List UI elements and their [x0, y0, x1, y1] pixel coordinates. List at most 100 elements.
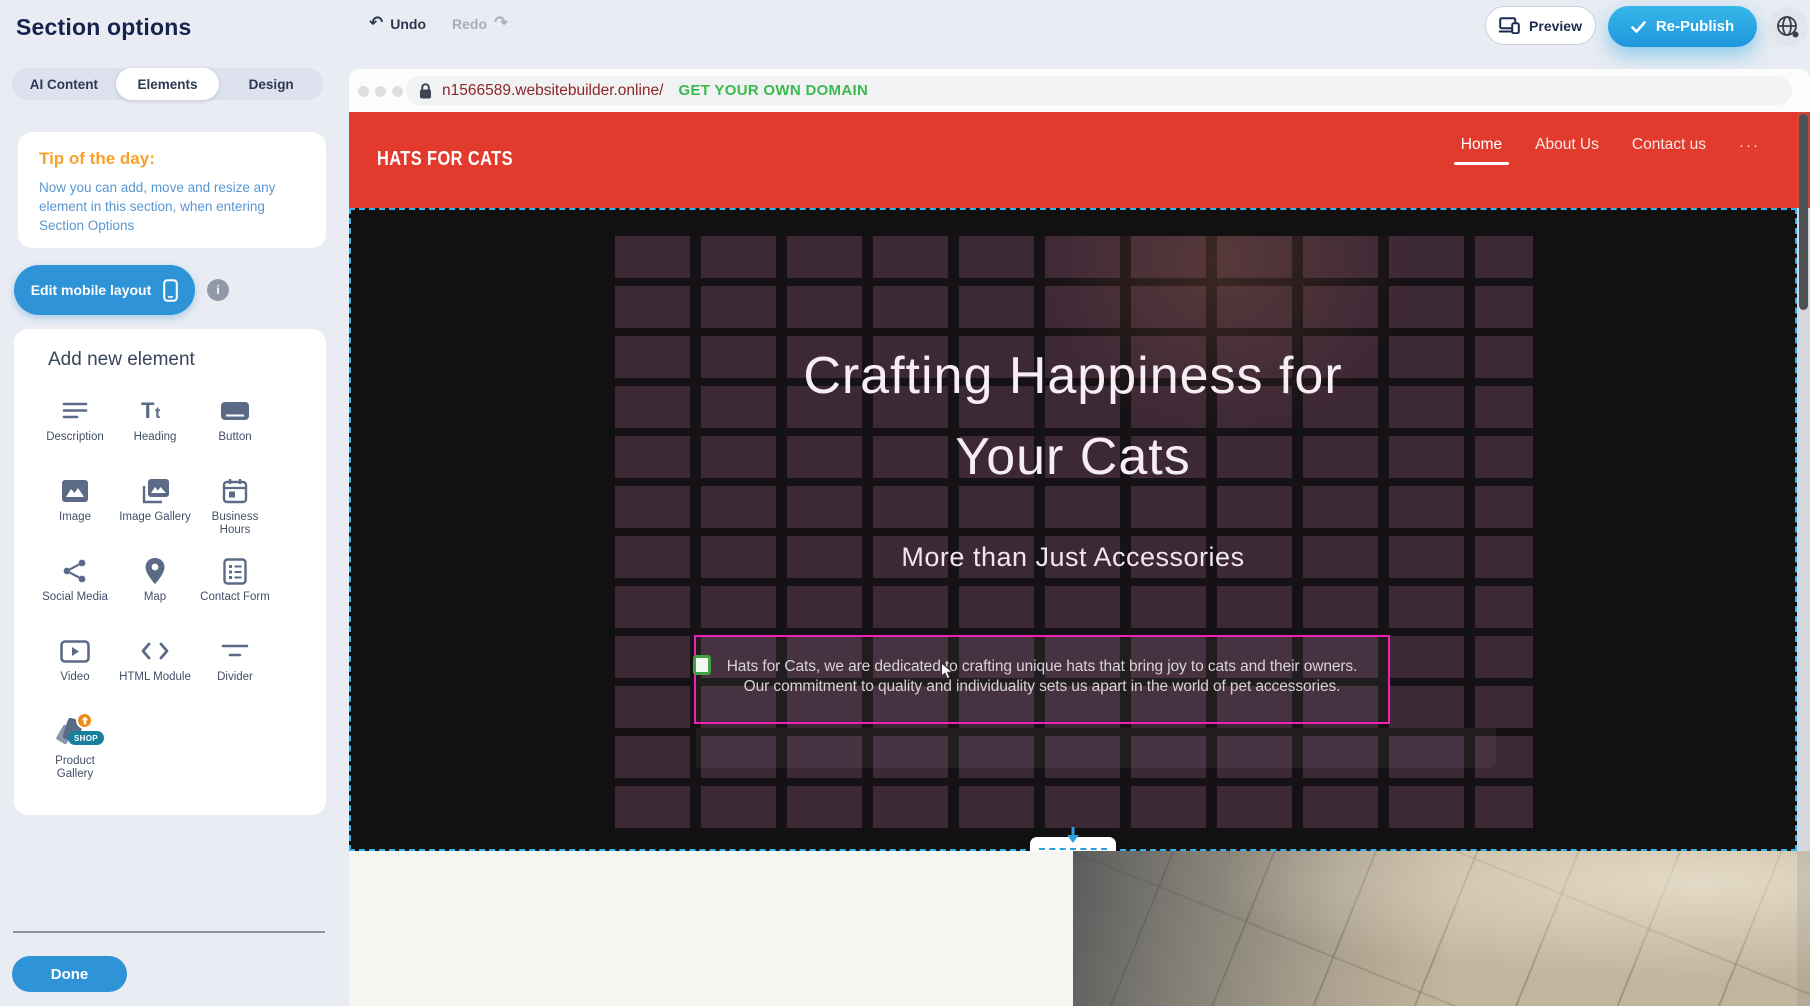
svg-text:t: t: [155, 405, 161, 422]
element-product-gallery[interactable]: SHOP Product Gallery: [35, 711, 115, 791]
sidebar-tab-bar: AI Content Elements Design: [12, 68, 323, 100]
button-icon: [219, 396, 251, 426]
element-video[interactable]: Video: [35, 631, 115, 711]
video-icon: [59, 636, 91, 666]
element-label: Heading: [134, 431, 177, 444]
hero-section[interactable]: Crafting Happiness for Your Cats More th…: [349, 208, 1797, 851]
browser-dot: [392, 86, 403, 97]
mouse-cursor-icon: [940, 662, 955, 681]
element-label: Product Gallery: [38, 755, 112, 781]
tab-design[interactable]: Design: [219, 68, 323, 100]
element-label: Divider: [217, 671, 253, 684]
element-image-gallery[interactable]: Image Gallery: [115, 471, 195, 551]
element-contact-form[interactable]: Contact Form: [195, 551, 275, 631]
element-grid: Description Tt Heading Button Image: [35, 391, 275, 791]
site-header: HATS FOR CATS Home About Us Contact us ·…: [349, 112, 1810, 208]
upgrade-arrow-icon: [76, 712, 93, 729]
redo-label: Redo: [452, 16, 487, 32]
url-text: n1566589.websitebuilder.online/: [442, 82, 663, 100]
element-map[interactable]: Map: [115, 551, 195, 631]
redo-button[interactable]: Redo ↷: [452, 15, 508, 32]
undo-label: Undo: [390, 16, 426, 32]
description-icon: [59, 396, 91, 426]
globe-button[interactable]: [1768, 7, 1808, 47]
undo-icon: ↶: [369, 15, 383, 32]
tip-of-the-day-card: Tip of the day: Now you can add, move an…: [18, 132, 326, 248]
nav-more-icon[interactable]: ···: [1739, 137, 1760, 154]
element-description[interactable]: Description: [35, 391, 115, 471]
element-image[interactable]: Image: [35, 471, 115, 551]
lock-icon: [419, 83, 432, 99]
tip-heading: Tip of the day:: [39, 149, 305, 169]
tab-elements[interactable]: Elements: [116, 68, 220, 100]
hero-headline-line2: Your Cats: [351, 417, 1795, 498]
sidebar-divider: [13, 931, 325, 933]
nav-about-us[interactable]: About Us: [1535, 136, 1599, 154]
element-label: Video: [60, 671, 89, 684]
element-label: Contact Form: [200, 591, 270, 604]
business-hours-icon: [219, 476, 251, 506]
tab-ai-content[interactable]: AI Content: [12, 68, 116, 100]
edit-mobile-layout-button[interactable]: Edit mobile layout: [14, 265, 195, 315]
element-label: Image Gallery: [119, 511, 191, 524]
element-divider[interactable]: Divider: [195, 631, 275, 711]
element-button[interactable]: Button: [195, 391, 275, 471]
nav-contact-us[interactable]: Contact us: [1632, 136, 1706, 154]
preview-button[interactable]: Preview: [1485, 6, 1596, 45]
browser-dot: [375, 86, 386, 97]
address-bar[interactable]: n1566589.websitebuilder.online/ GET YOUR…: [406, 76, 1792, 105]
element-label: Business Hours: [198, 511, 272, 537]
website-builder-app: Section options AI Content Elements Desi…: [0, 0, 1810, 1006]
element-label: Description: [46, 431, 104, 444]
element-hover-highlight: [696, 728, 1496, 768]
social-media-icon: [59, 556, 91, 586]
tab-ai-content-label: AI Content: [30, 77, 98, 92]
arrow-down-icon: [1066, 827, 1080, 844]
done-label: Done: [51, 966, 89, 983]
hero-description-line2: Our commitment to quality and individual…: [696, 677, 1388, 697]
add-element-title: Add new element: [48, 349, 195, 371]
hero-description-line1: Hats for Cats, we are dedicated to craft…: [696, 657, 1388, 677]
resize-dash-line: [1039, 848, 1107, 850]
image-gallery-icon: [139, 476, 171, 506]
hero-description: Hats for Cats, we are dedicated to craft…: [696, 637, 1388, 697]
hero-headline[interactable]: Crafting Happiness for Your Cats: [351, 336, 1795, 498]
page-title: Section options: [16, 14, 192, 41]
next-section-photo[interactable]: [1073, 851, 1810, 1006]
site-logo[interactable]: HATS FOR CATS: [377, 148, 513, 171]
element-label: Map: [144, 591, 166, 604]
devices-icon: [1499, 17, 1520, 34]
element-social-media[interactable]: Social Media: [35, 551, 115, 631]
heading-icon: Tt: [139, 396, 171, 426]
svg-text:T: T: [141, 398, 155, 423]
preview-scrollbar-thumb[interactable]: [1799, 114, 1808, 310]
element-business-hours[interactable]: Business Hours: [195, 471, 275, 551]
tab-design-label: Design: [249, 77, 294, 92]
shop-badge: SHOP: [68, 731, 104, 745]
divider-icon: [219, 636, 251, 666]
preview-label: Preview: [1529, 18, 1582, 34]
next-section-background[interactable]: [349, 851, 1073, 1006]
redo-icon: ↷: [494, 15, 508, 32]
undo-button[interactable]: ↶ Undo: [369, 15, 426, 32]
hero-subtitle[interactable]: More than Just Accessories: [351, 542, 1795, 573]
nav-home[interactable]: Home: [1461, 136, 1502, 154]
tip-body: Now you can add, move and resize any ele…: [39, 178, 305, 235]
resize-handle-left[interactable]: [693, 655, 711, 675]
republish-button[interactable]: Re-Publish: [1608, 6, 1757, 47]
element-heading[interactable]: Tt Heading: [115, 391, 195, 471]
contact-form-icon: [219, 556, 251, 586]
element-html-module[interactable]: HTML Module: [115, 631, 195, 711]
done-button[interactable]: Done: [12, 956, 127, 992]
selected-text-element[interactable]: Hats for Cats, we are dedicated to craft…: [694, 635, 1390, 724]
add-element-panel: Add new element Description Tt Heading B…: [14, 329, 326, 815]
code-icon: [139, 636, 171, 666]
map-pin-icon: [139, 556, 171, 586]
element-label: Image: [59, 511, 91, 524]
element-label: Social Media: [42, 591, 108, 604]
info-icon[interactable]: i: [207, 279, 229, 301]
get-domain-link[interactable]: GET YOUR OWN DOMAIN: [678, 82, 868, 99]
preview-scrollbar-track[interactable]: [1797, 112, 1810, 1006]
check-icon: [1631, 21, 1646, 33]
edit-mobile-layout-label: Edit mobile layout: [31, 282, 152, 298]
